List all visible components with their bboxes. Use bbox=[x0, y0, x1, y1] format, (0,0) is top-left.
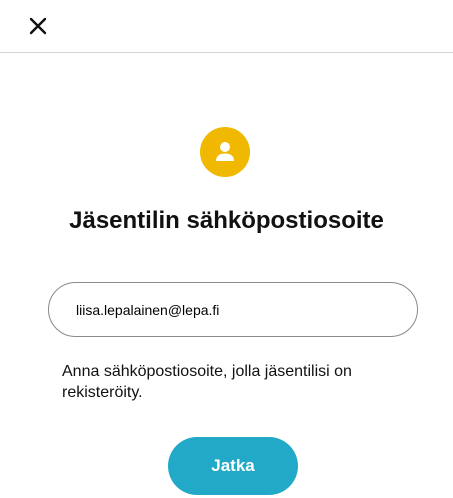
avatar bbox=[200, 127, 250, 177]
top-bar bbox=[0, 0, 453, 53]
person-icon bbox=[216, 142, 234, 161]
email-field[interactable] bbox=[48, 282, 418, 337]
close-icon bbox=[29, 17, 47, 35]
close-button[interactable] bbox=[26, 14, 50, 38]
continue-button[interactable]: Jatka bbox=[168, 437, 298, 495]
page-title: Jäsentilin sähköpostiosoite bbox=[69, 207, 384, 234]
helper-text: Anna sähköpostiosoite, jolla jäsentilisi… bbox=[62, 363, 352, 401]
